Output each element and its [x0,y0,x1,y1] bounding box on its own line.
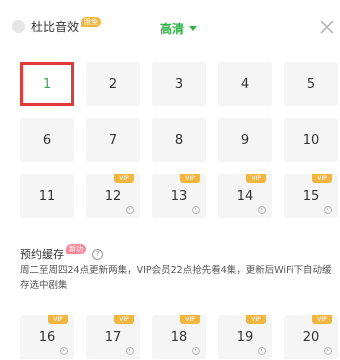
episode-number: 13 [170,188,188,204]
episode-9[interactable]: 9 [218,118,272,162]
episode-10[interactable]: 10 [284,118,338,162]
episode-15[interactable]: 15 VIP [284,174,338,218]
clock-icon [258,347,266,355]
episode-number: 14 [236,188,254,204]
reserve-heading: 预约缓存 新功 ? [20,244,103,262]
vip-badge: VIP [312,174,332,183]
episode-number: 2 [108,76,118,92]
episode-number: 20 [302,329,320,345]
episode-number: 10 [302,132,320,148]
dolby-badge: 限免 [81,16,102,27]
episode-number: 7 [108,132,118,148]
vip-badge: VIP [48,315,68,324]
episode-number: 16 [38,329,56,345]
episode-8[interactable]: 8 [152,118,206,162]
episode-14[interactable]: 14 VIP [218,174,272,218]
clock-icon [192,347,200,355]
episode-number: 11 [38,188,56,204]
clock-icon [60,347,68,355]
reserve-badge: 新功 [66,244,86,254]
episode-1[interactable]: 1 [20,62,74,106]
dolby-toggle[interactable]: 杜比音效 限免 [12,16,102,35]
dolby-label: 杜比音效 [31,20,80,34]
reserve-episode-16[interactable]: 16 VIP [20,315,74,359]
dolby-radio-icon[interactable] [12,20,25,33]
episode-number: 18 [170,329,188,345]
episode-number: 8 [174,132,184,148]
close-icon[interactable] [318,18,336,36]
episode-number: 3 [174,76,184,92]
clock-icon [324,206,332,214]
clock-icon [126,347,134,355]
episode-number: 6 [42,132,52,148]
episode-number: 4 [240,76,250,92]
reserve-episode-17[interactable]: 17 VIP [86,315,140,359]
quality-select[interactable]: 高清 [160,20,198,37]
reserve-description: 周二至周四24点更新两集，VIP会员22点抢先看4集，更新后WiFi下自动缓存选… [20,265,332,291]
episode-11[interactable]: 11 [20,174,74,218]
vip-badge: VIP [246,315,266,324]
reserve-episode-19[interactable]: 19 VIP [218,315,272,359]
reserve-episode-20[interactable]: 20 VIP [284,315,338,359]
quality-label: 高清 [160,22,185,36]
vip-badge: VIP [114,174,134,183]
episode-number: 12 [104,188,122,204]
help-icon[interactable]: ? [92,248,103,260]
vip-badge: VIP [246,174,266,183]
episode-number: 1 [42,76,52,92]
vip-badge: VIP [180,174,200,183]
clock-icon [192,206,200,214]
episode-number: 17 [104,329,122,345]
clock-icon [258,206,266,214]
clock-icon [324,347,332,355]
vip-badge: VIP [180,315,200,324]
vip-badge: VIP [114,315,134,324]
episode-6[interactable]: 6 [20,118,74,162]
episode-13[interactable]: 13 VIP [152,174,206,218]
episode-4[interactable]: 4 [218,62,272,106]
episode-number: 19 [236,329,254,345]
dropdown-arrow-icon [189,26,198,31]
episode-5[interactable]: 5 [284,62,338,106]
episode-12[interactable]: 12 VIP [86,174,140,218]
episode-3[interactable]: 3 [152,62,206,106]
episode-2[interactable]: 2 [86,62,140,106]
episode-number: 15 [302,188,320,204]
clock-icon [126,206,134,214]
episode-number: 5 [306,76,316,92]
header: 杜比音效 限免 高清 [0,0,340,58]
episode-number: 9 [240,132,250,148]
episode-7[interactable]: 7 [86,118,140,162]
reserve-title: 预约缓存 [20,248,64,261]
reserve-episode-18[interactable]: 18 VIP [152,315,206,359]
vip-badge: VIP [312,315,332,324]
